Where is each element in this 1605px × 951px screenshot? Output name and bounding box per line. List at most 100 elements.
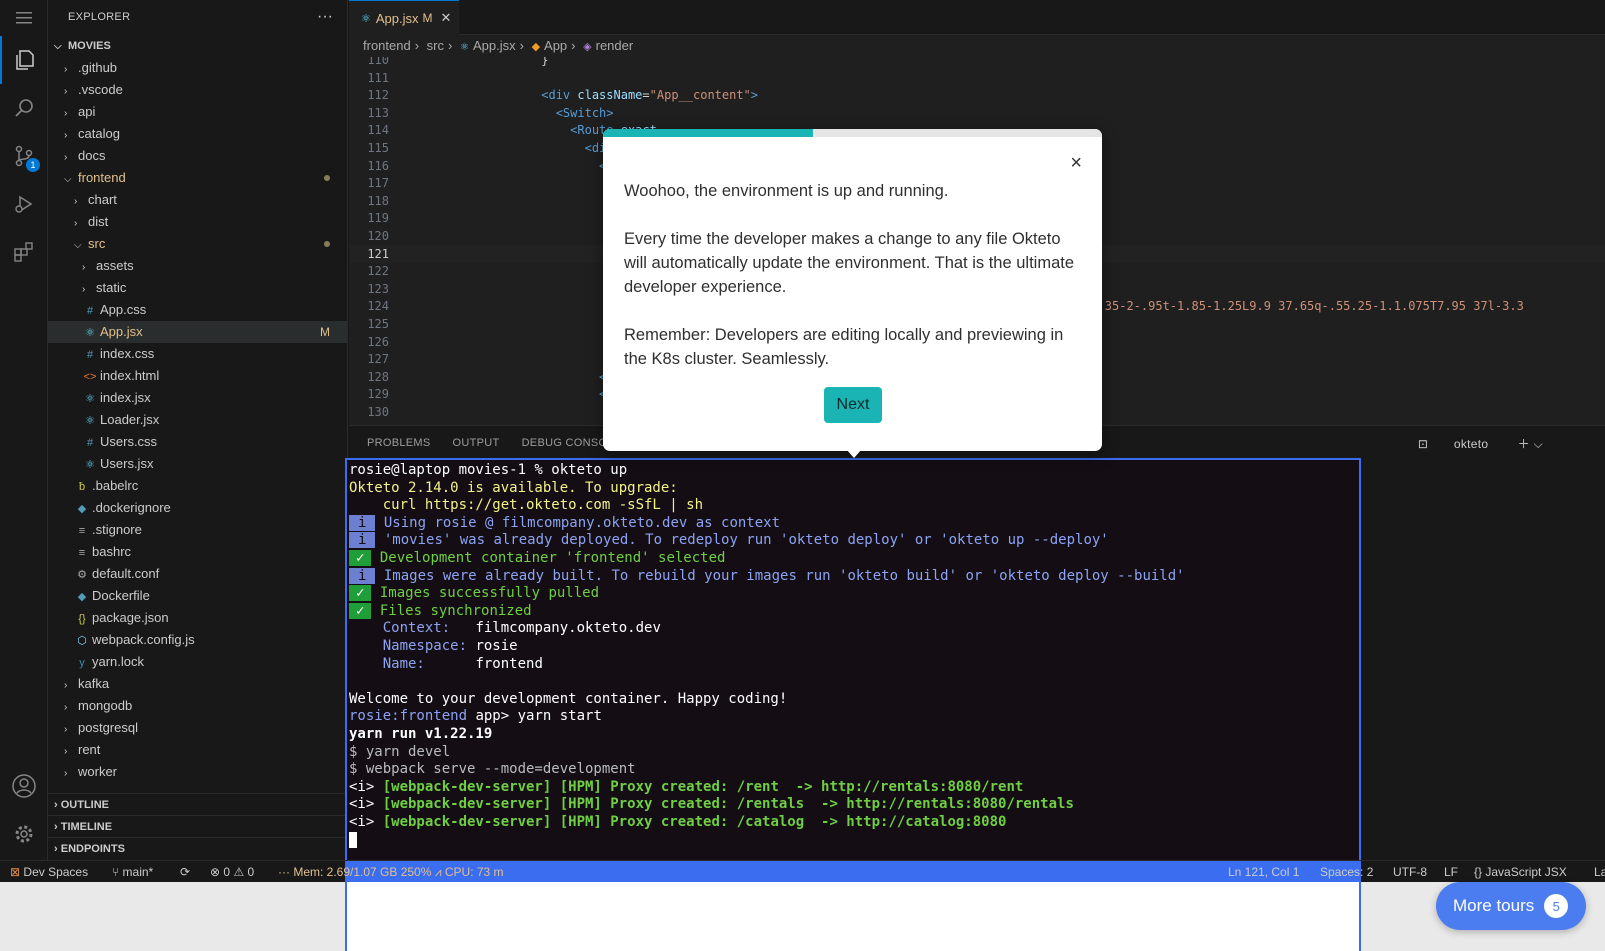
account-icon[interactable] — [0, 762, 48, 810]
sync-icon[interactable]: ⟳ — [180, 861, 190, 883]
tree-item[interactable]: {} package.json — [48, 607, 348, 629]
explorer-icon[interactable] — [0, 36, 48, 84]
tree-item[interactable]: › .vscode — [48, 79, 348, 101]
search-icon[interactable] — [0, 84, 48, 132]
section-outline[interactable]: › OUTLINE — [48, 793, 348, 815]
tree-item[interactable]: ⚙ default.conf — [48, 563, 348, 585]
settings-gear-icon[interactable] — [0, 810, 48, 858]
tour-pointer — [846, 449, 862, 458]
terminal-text: Welcome to your development container. H… — [349, 690, 788, 707]
tree-item[interactable]: ⚛ Users.jsx — [48, 453, 348, 475]
terminal-line: Namespace: rosie — [349, 638, 518, 656]
terminal-line: $ yarn devel — [349, 744, 450, 762]
tree-item[interactable]: › docs — [48, 145, 348, 167]
more-actions-icon[interactable]: ··· — [317, 8, 333, 26]
code-token: className — [577, 88, 643, 103]
indentation[interactable]: Spaces: 2 — [1320, 861, 1373, 883]
code-token: "App__content" — [649, 88, 751, 103]
problems-indicator[interactable]: ⊗ 0 ⚠ 0 — [210, 861, 254, 883]
source-control-icon[interactable]: 1 — [0, 132, 48, 180]
code-token: <Switch> — [555, 105, 614, 120]
tree-item[interactable]: ⚛ App.jsx M — [48, 321, 348, 343]
tree-item[interactable]: › assets — [48, 255, 348, 277]
section-timeline[interactable]: › TIMELINE — [48, 815, 348, 837]
menu-icon[interactable] — [0, 0, 48, 36]
breadcrumb: frontend › src › ⚛ App.jsx › ◆ App › ◈ render — [349, 35, 1605, 57]
more-tours-button[interactable]: More tours 5 — [1436, 882, 1586, 930]
language-mode[interactable]: {} JavaScript JSX — [1474, 861, 1567, 883]
chevron-right-icon: › — [64, 130, 68, 141]
info-icon: i — [349, 567, 376, 584]
workspace-root[interactable]: ⌵ MOVIES — [48, 35, 348, 57]
chevron-right-icon: › — [519, 38, 524, 53]
extensions-icon[interactable] — [0, 228, 48, 276]
breadcrumb-item[interactable]: App.jsx — [473, 38, 516, 53]
resource-indicator[interactable]: ··· Mem: 2.69/1.07 GB 250% ⩘ CPU: 73 m — [278, 861, 504, 883]
tab-label: App.jsx — [375, 10, 419, 26]
chevron-right-icon: › — [414, 38, 420, 53]
tree-item[interactable]: ⌵ src — [48, 233, 348, 255]
cursor-position[interactable]: Ln 121, Col 1 — [1228, 861, 1299, 883]
cpu-usage: CPU: 73 m — [444, 865, 504, 879]
next-button[interactable]: Next — [824, 387, 882, 423]
run-debug-icon[interactable] — [0, 180, 48, 228]
tree-item[interactable]: › rent — [48, 739, 348, 761]
section-endpoints[interactable]: › ENDPOINTS — [48, 837, 348, 859]
babel-file-icon: ƀ — [78, 481, 86, 493]
encoding[interactable]: UTF-8 — [1393, 861, 1427, 883]
close-icon[interactable]: × — [1070, 151, 1082, 175]
branch-indicator[interactable]: ⑂ main* — [112, 861, 153, 883]
chevron-right-icon: › — [64, 86, 68, 97]
tab-output[interactable]: OUTPUT — [453, 437, 500, 449]
tree-item[interactable]: ≡ .stignore — [48, 519, 348, 541]
close-tab-icon[interactable]: ✕ — [441, 10, 452, 26]
tree-item-label: default.conf — [92, 566, 160, 581]
tree-item[interactable]: # App.css — [48, 299, 348, 321]
breadcrumb-item[interactable]: App — [544, 38, 567, 53]
breadcrumb-item[interactable]: src — [427, 38, 444, 53]
tree-item[interactable]: › postgresql — [48, 717, 348, 739]
tree-item[interactable]: ≡ bashrc — [48, 541, 348, 563]
tree-item[interactable]: › static — [48, 277, 348, 299]
tree-item[interactable]: › api — [48, 101, 348, 123]
terminal-line: Welcome to your development container. H… — [349, 691, 787, 709]
tree-item[interactable]: ⚛ Loader.jsx — [48, 409, 348, 431]
tab-problems[interactable]: PROBLEMS — [367, 437, 431, 449]
tree-item[interactable]: › kafka — [48, 673, 348, 695]
tab-debug-console[interactable]: DEBUG CONSO — [522, 437, 608, 449]
tree-item[interactable]: › .github — [48, 57, 348, 79]
tree-item[interactable]: # index.css — [48, 343, 348, 365]
end-of-line[interactable]: LF — [1444, 861, 1458, 883]
tree-item[interactable]: ⬡ webpack.config.js — [48, 629, 348, 651]
tree-item[interactable]: # Users.css — [48, 431, 348, 453]
terminal[interactable]: rosie@laptop movies-1 % okteto up Okteto … — [345, 458, 1361, 860]
tree-item[interactable]: <> index.html — [48, 365, 348, 387]
terminal-selector[interactable]: ⊡ okteto ＋ ⌵ — [1418, 435, 1543, 452]
remote-indicator[interactable]: ⊠ Dev Spaces — [10, 861, 88, 883]
line-number: 127 — [367, 352, 389, 367]
tree-item[interactable]: › mongodb — [48, 695, 348, 717]
tree-item[interactable]: ⚛ index.jsx — [48, 387, 348, 409]
tree-item[interactable]: ⌵ frontend — [48, 167, 348, 189]
tree-item[interactable]: › chart — [48, 189, 348, 211]
line-number: 111 — [367, 70, 389, 85]
terminal-text: $ yarn devel — [349, 743, 451, 760]
line-number: 120 — [367, 229, 389, 243]
tree-item[interactable]: › catalog — [48, 123, 348, 145]
tree-item[interactable]: ◆ Dockerfile — [48, 585, 348, 607]
tree-item[interactable]: › worker — [48, 761, 348, 783]
tab-app-jsx[interactable]: ⚛ App.jsx M ✕ — [349, 0, 459, 35]
tree-item[interactable]: ◆ .dockerignore — [48, 497, 348, 519]
tree-item[interactable]: y yarn.lock — [48, 651, 348, 673]
line-number: 125 — [367, 317, 389, 331]
chevron-right-icon: › — [64, 64, 68, 75]
breadcrumb-item[interactable]: render — [596, 38, 634, 53]
tree-item[interactable]: › dist — [48, 211, 348, 233]
tree-item[interactable]: ƀ .babelrc — [48, 475, 348, 497]
breadcrumb-item[interactable]: frontend — [363, 38, 411, 53]
html-file-icon: <> — [83, 371, 97, 383]
